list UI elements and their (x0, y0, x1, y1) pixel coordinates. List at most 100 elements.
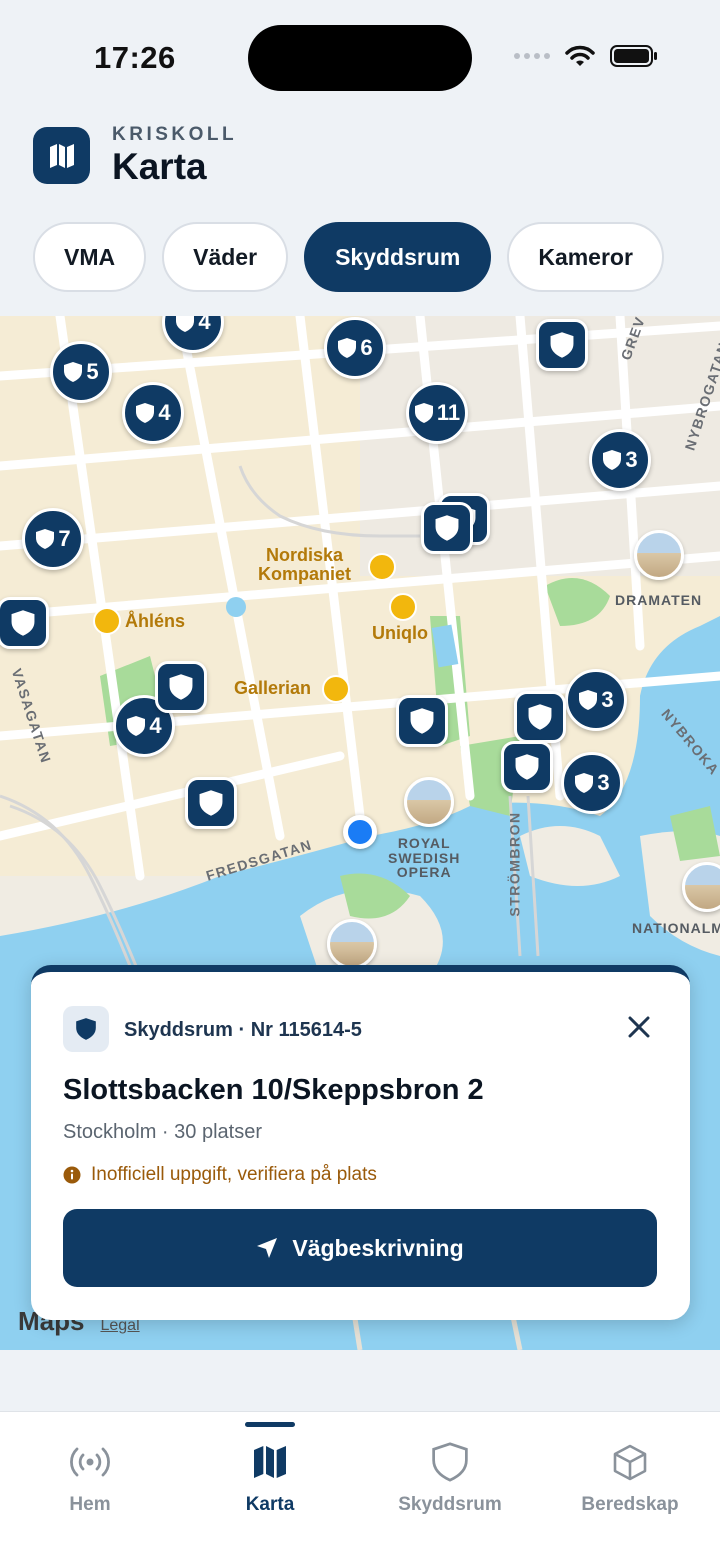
shield-icon (579, 690, 598, 710)
poi-ahlens[interactable] (93, 607, 121, 635)
tab-skyddsrum[interactable]: Skyddsrum (360, 1442, 540, 1516)
status-icons (514, 44, 658, 68)
shelter-details: Stockholm · 30 platser (63, 1121, 262, 1143)
card-type-label: Skyddsrum · Nr 115614-5 (124, 1019, 362, 1041)
poi-uniqlo[interactable] (389, 593, 417, 621)
tab-bar: Hem Karta Skyddsrum Beredskap (0, 1411, 720, 1565)
shield-icon (176, 316, 195, 332)
tab-label: Beredskap (581, 1494, 679, 1515)
tab-karta[interactable]: Karta (180, 1442, 360, 1516)
shelter-marker[interactable] (0, 597, 49, 649)
cluster-count: 6 (360, 335, 373, 360)
shield-icon (432, 1442, 468, 1482)
cluster-count: 4 (149, 713, 162, 738)
shelter-cluster[interactable]: 4 (122, 382, 184, 444)
app-logo (33, 127, 90, 184)
filter-chip-vma[interactable]: VMA (33, 222, 147, 292)
info-icon (63, 1166, 81, 1184)
map-label-opera: ROYAL SWEDISH OPERA (388, 835, 461, 881)
cluster-count: 11 (436, 400, 461, 425)
tab-label: Karta (245, 1494, 295, 1515)
shield-icon (603, 450, 622, 470)
shield-icon (550, 332, 574, 358)
shield-icon (136, 403, 155, 423)
map-icon (254, 1446, 286, 1478)
cluster-count: 4 (158, 400, 171, 425)
shield-icon (199, 790, 223, 816)
shelter-info-card: Skyddsrum · Nr 115614-5 Slottsbacken 10/… (31, 965, 690, 1320)
shelter-marker[interactable] (155, 661, 207, 713)
map-label-dramaten: DRAMATEN (615, 592, 703, 608)
cluster-count: 7 (58, 526, 71, 551)
status-time: 17:26 (94, 40, 176, 75)
shelter-cluster[interactable]: 3 (561, 752, 623, 814)
map-label-ahlens: Åhléns (125, 611, 186, 631)
shield-icon (76, 1018, 96, 1040)
shield-icon (127, 716, 146, 736)
directions-button[interactable]: Vägbeskrivning (63, 1209, 657, 1287)
map-label-uniqlo: Uniqlo (372, 623, 428, 643)
page-title: Karta (112, 146, 207, 187)
cluster-count: 4 (198, 316, 211, 334)
street-strombron: STRÖMBRON (506, 811, 523, 917)
active-tab-indicator (245, 1422, 295, 1427)
cluster-count: 3 (601, 687, 614, 712)
filter-chip-skyddsrum[interactable]: Skyddsrum (304, 222, 492, 292)
shield-icon (64, 362, 83, 382)
tab-label: Hem (69, 1494, 111, 1515)
landmark-opera[interactable] (404, 777, 454, 827)
box-icon (613, 1444, 647, 1481)
shield-icon (414, 403, 433, 423)
battery-icon (610, 45, 657, 67)
shelter-cluster[interactable]: 3 (565, 669, 627, 731)
shelter-address: Slottsbacken 10/Skeppsbron 2 (63, 1074, 484, 1106)
navigation-arrow-icon (257, 1238, 278, 1258)
shelter-cluster[interactable]: 7 (22, 508, 84, 570)
shelter-marker[interactable] (421, 502, 473, 554)
close-button[interactable] (624, 1012, 654, 1042)
shelter-marker[interactable] (396, 695, 448, 747)
tab-label: Skyddsrum (398, 1494, 502, 1515)
wifi-icon (565, 45, 595, 66)
filter-chip-kameror[interactable]: Kameror (507, 222, 664, 292)
shelter-marker[interactable] (501, 741, 553, 793)
landmark-palace[interactable] (327, 919, 377, 969)
shield-icon (528, 704, 552, 730)
shelter-cluster[interactable]: 5 (50, 341, 112, 403)
cluster-count: 3 (597, 770, 610, 795)
shield-icon (435, 515, 459, 541)
shield-icon (11, 610, 35, 636)
filter-chip-vader[interactable]: Väder (162, 222, 289, 292)
shield-icon (515, 754, 539, 780)
cluster-count: 5 (86, 359, 99, 384)
broadcast-icon (70, 1447, 110, 1477)
shelter-marker[interactable] (185, 777, 237, 829)
shelter-cluster[interactable]: 11 (406, 382, 468, 444)
shelter-marker[interactable] (514, 691, 566, 743)
shelter-cluster[interactable]: 3 (589, 429, 651, 491)
shield-icon (338, 338, 357, 358)
shield-icon (410, 708, 434, 734)
directions-label: Vägbeskrivning (292, 1234, 464, 1261)
user-location-dot (343, 815, 377, 849)
tab-beredskap[interactable]: Beredskap (540, 1442, 720, 1516)
shelter-cluster[interactable]: 6 (324, 317, 386, 379)
poi-nk[interactable] (368, 553, 396, 581)
tab-hem[interactable]: Hem (0, 1442, 180, 1516)
close-icon (628, 1016, 650, 1038)
map-label-nk: Nordiska Kompaniet (258, 545, 352, 584)
card-type-icon (63, 1006, 109, 1052)
map-label-gallerian: Gallerian (234, 678, 312, 698)
poi-gallerian[interactable] (322, 675, 350, 703)
dynamic-island (248, 25, 472, 91)
map-label-nationalm: NATIONALM (632, 920, 720, 936)
shield-icon (575, 773, 594, 793)
shield-icon (36, 529, 55, 549)
screen: 17:26 KRISKOLL Karta VMA Väder Skyddsrum… (0, 0, 720, 1565)
filter-chips: VMA Väder Skyddsrum Kameror (33, 222, 664, 292)
warning-text: Inofficiell uppgift, verifiera på plats (91, 1164, 377, 1185)
map-icon (49, 143, 74, 168)
app-brand: KRISKOLL (112, 124, 238, 145)
landmark-dramaten[interactable] (634, 530, 684, 580)
shelter-marker[interactable] (536, 319, 588, 371)
